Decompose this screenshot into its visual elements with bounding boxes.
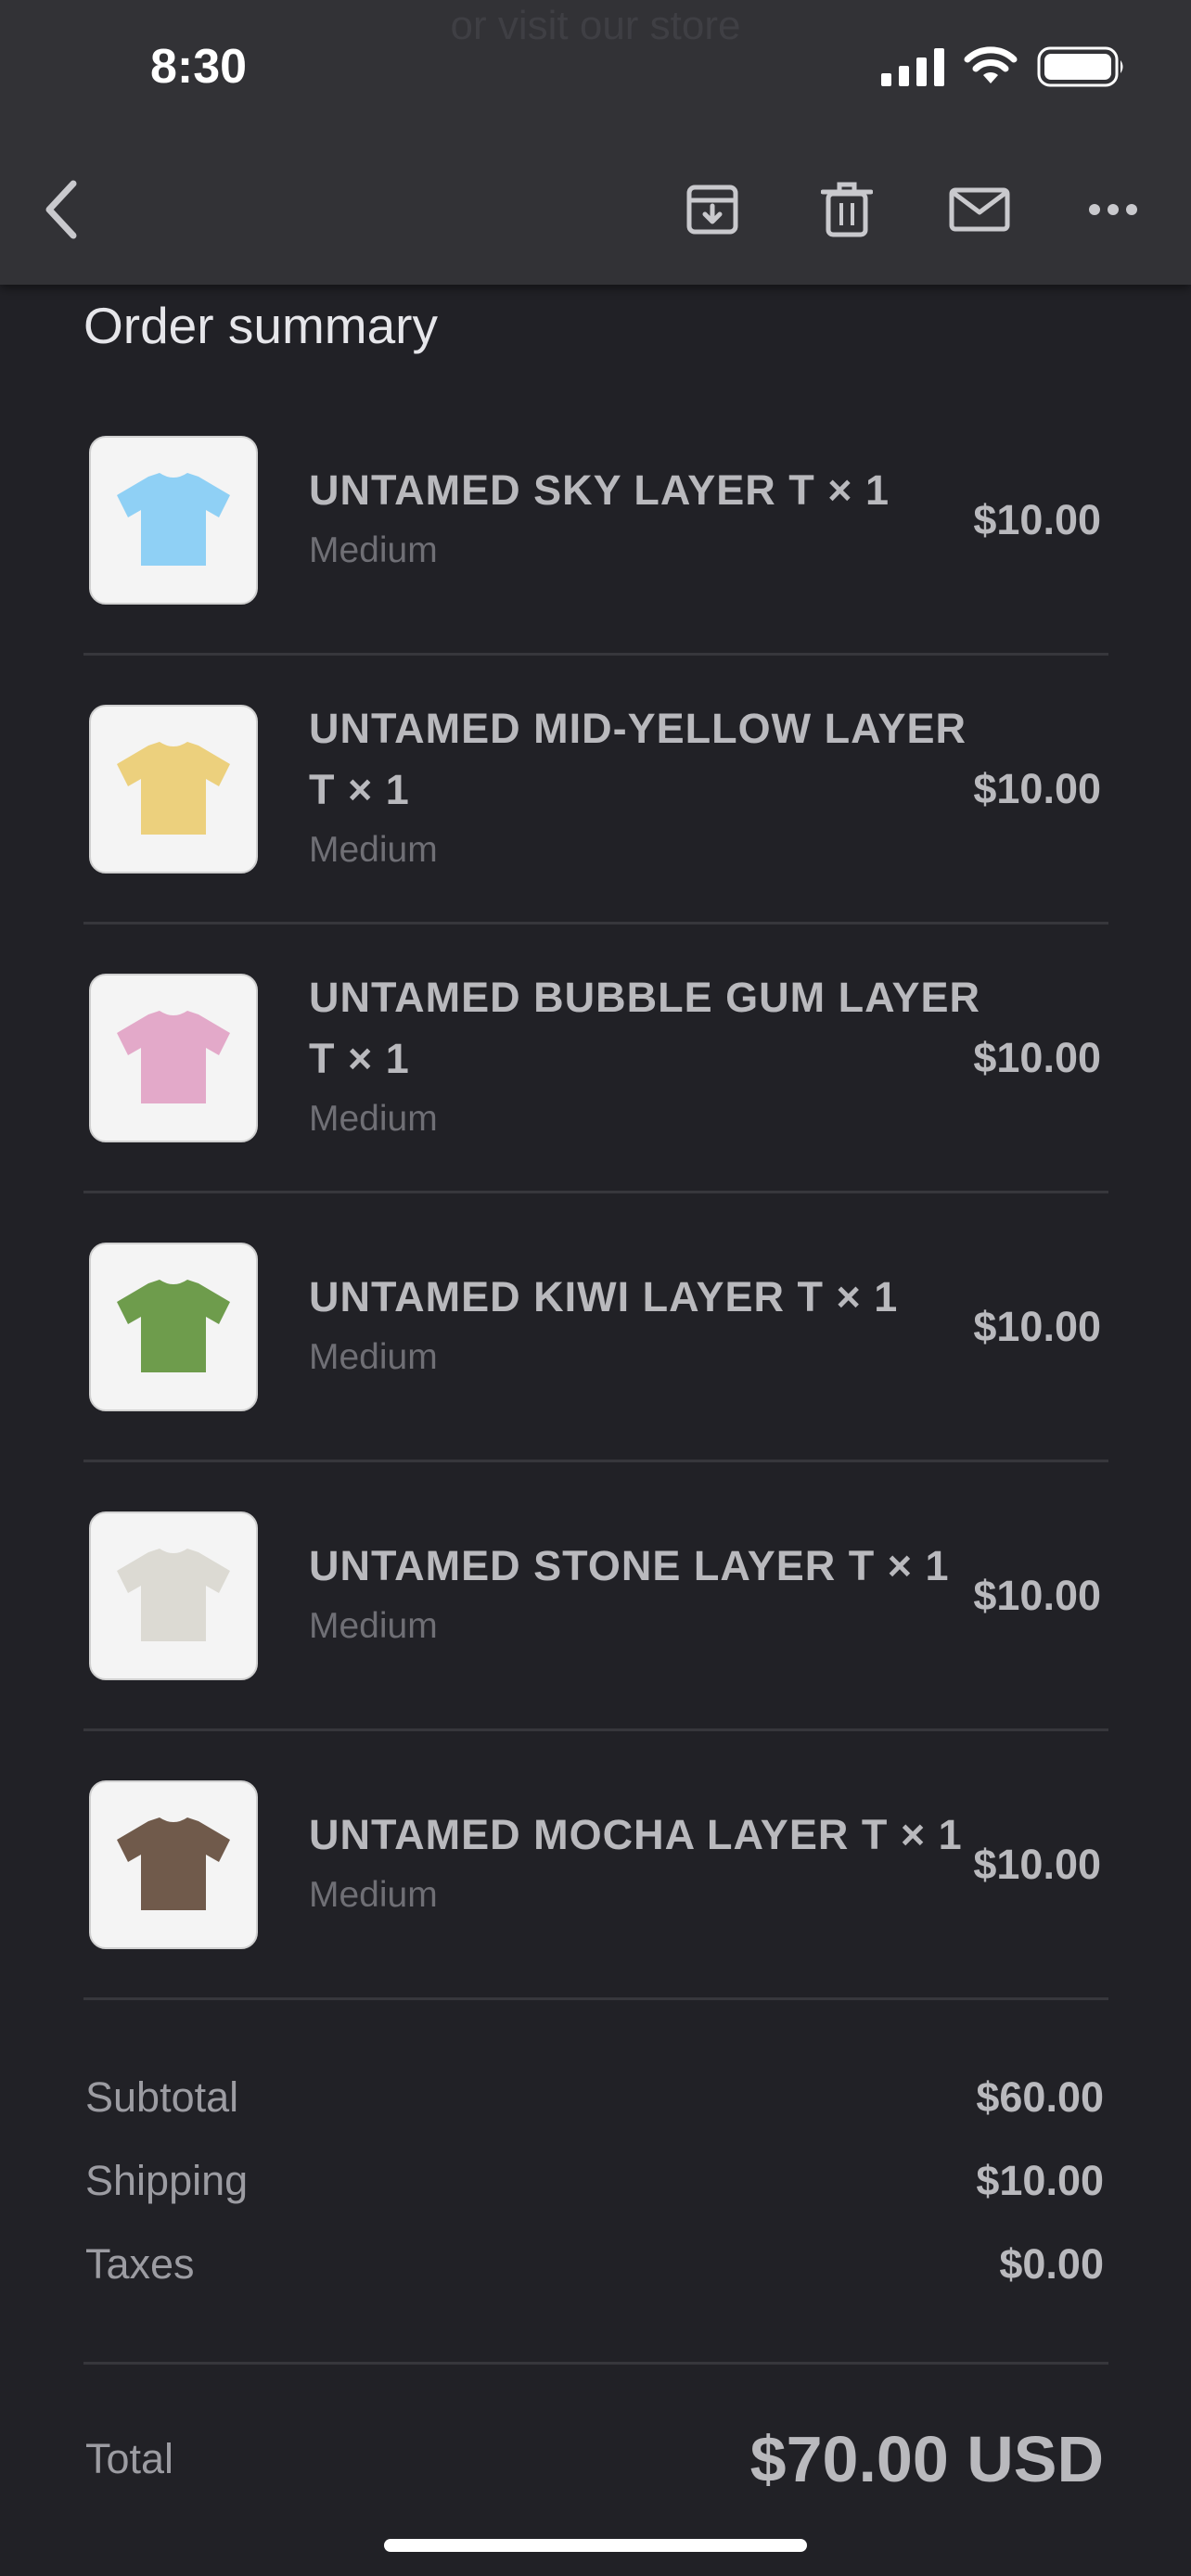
mail-icon (949, 187, 1010, 232)
mail-button[interactable] (946, 176, 1013, 243)
item-details: UNTAMED MOCHA LAYER T × 1 Medium (309, 1804, 995, 1925)
item-details: UNTAMED BUBBLE GUM LAYER T × 1 Medium (309, 967, 995, 1149)
item-variant: Medium (309, 829, 438, 870)
order-item[interactable]: UNTAMED MOCHA LAYER T × 1 Medium $10.00 (83, 1731, 1108, 2000)
item-details: UNTAMED MID-YELLOW LAYER T × 1 Medium (309, 698, 995, 880)
order-item[interactable]: UNTAMED SKY LAYER T × 1 Medium $10.00 (83, 387, 1108, 656)
product-thumbnail (89, 1242, 258, 1411)
subtotal-value: $60.00 (976, 2073, 1104, 2121)
battery-icon (1037, 46, 1123, 87)
archive-icon (686, 185, 738, 235)
shipping-label: Shipping (85, 2157, 249, 2204)
tshirt-icon (117, 1010, 230, 1103)
shipping-row: Shipping $10.00 (85, 2153, 1104, 2209)
item-title: UNTAMED MID-YELLOW LAYER T × 1 (309, 704, 967, 813)
taxes-value: $0.00 (999, 2240, 1104, 2288)
top-bar: or visit our store 8:30 (0, 0, 1191, 285)
taxes-row: Taxes $0.00 (85, 2237, 1104, 2292)
tshirt-icon (117, 741, 230, 835)
item-variant: Medium (309, 1336, 438, 1377)
item-price: $10.00 (973, 1033, 1101, 1081)
trash-icon (821, 182, 873, 237)
order-summary-title: Order summary (83, 297, 438, 354)
item-title: UNTAMED SKY LAYER T × 1 (309, 465, 890, 514)
item-title: UNTAMED BUBBLE GUM LAYER T × 1 (309, 973, 981, 1082)
wifi-icon (964, 46, 1018, 83)
item-price: $10.00 (973, 1840, 1101, 1888)
subtotal-label: Subtotal (85, 2073, 239, 2121)
more-button[interactable] (1080, 176, 1146, 243)
item-details: UNTAMED SKY LAYER T × 1 Medium (309, 460, 995, 580)
item-price: $10.00 (973, 1302, 1101, 1350)
home-indicator[interactable] (384, 2539, 807, 2552)
total-value: $70.00 USD (749, 2423, 1104, 2495)
product-thumbnail (89, 1779, 258, 1949)
shipping-value: $10.00 (976, 2157, 1104, 2204)
archive-button[interactable] (679, 176, 746, 243)
item-variant: Medium (309, 529, 438, 570)
order-item[interactable]: UNTAMED STONE LAYER T × 1 Medium $10.00 (83, 1462, 1108, 1731)
item-title: UNTAMED STONE LAYER T × 1 (309, 1541, 950, 1589)
status-icons (881, 46, 1126, 87)
product-thumbnail (89, 973, 258, 1142)
total-divider (83, 2362, 1108, 2365)
item-variant: Medium (309, 1874, 438, 1915)
item-details: UNTAMED KIWI LAYER T × 1 Medium (309, 1267, 995, 1387)
order-item[interactable]: UNTAMED BUBBLE GUM LAYER T × 1 Medium $1… (83, 925, 1108, 1193)
item-price: $10.00 (973, 1571, 1101, 1619)
delete-button[interactable] (813, 176, 880, 243)
item-title: UNTAMED KIWI LAYER T × 1 (309, 1272, 899, 1320)
item-variant: Medium (309, 1605, 438, 1646)
product-thumbnail (89, 1511, 258, 1680)
more-icon (1089, 204, 1137, 215)
tshirt-icon (117, 1548, 230, 1641)
signal-icon (881, 48, 944, 86)
product-thumbnail (89, 435, 258, 605)
order-item[interactable]: UNTAMED MID-YELLOW LAYER T × 1 Medium $1… (83, 656, 1108, 925)
tshirt-icon (117, 1279, 230, 1372)
item-price: $10.00 (973, 764, 1101, 812)
total-label: Total (85, 2435, 174, 2482)
back-button[interactable] (28, 176, 95, 243)
chevron-left-icon (45, 180, 77, 239)
taxes-label: Taxes (85, 2240, 195, 2288)
tshirt-icon (117, 1817, 230, 1910)
status-time: 8:30 (150, 40, 248, 94)
item-price: $10.00 (973, 495, 1101, 543)
item-title: UNTAMED MOCHA LAYER T × 1 (309, 1810, 963, 1858)
total-row: Total $70.00 USD (85, 2422, 1104, 2496)
item-details: UNTAMED STONE LAYER T × 1 Medium (309, 1536, 995, 1656)
product-thumbnail (89, 704, 258, 874)
subtotal-row: Subtotal $60.00 (85, 2070, 1104, 2125)
tshirt-icon (117, 472, 230, 566)
order-item[interactable]: UNTAMED KIWI LAYER T × 1 Medium $10.00 (83, 1193, 1108, 1462)
item-variant: Medium (309, 1098, 438, 1139)
mail-toolbar (0, 167, 1191, 250)
